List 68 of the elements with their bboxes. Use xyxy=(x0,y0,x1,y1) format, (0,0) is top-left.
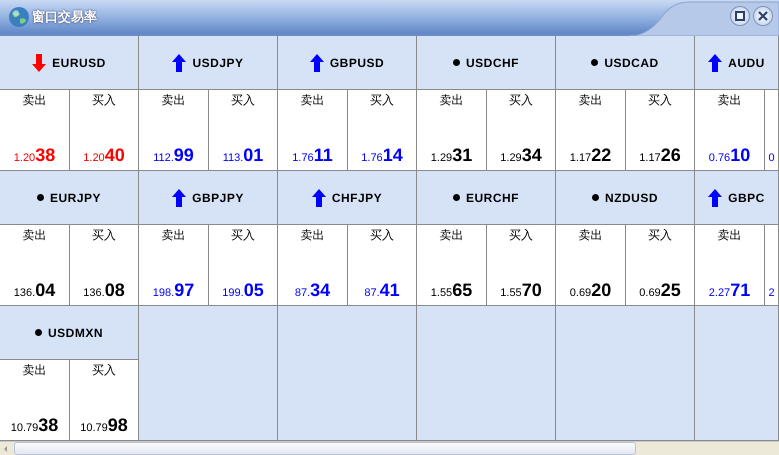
price-text[interactable]: 136.08 xyxy=(83,280,125,301)
up-arrow-icon xyxy=(708,54,722,72)
price-text[interactable]: 1.2934 xyxy=(500,145,542,166)
dot-icon xyxy=(453,59,460,66)
price-text[interactable]: 1.2038 xyxy=(14,145,56,166)
price-text[interactable]: 1.1722 xyxy=(570,145,612,166)
quote-label: 买入 xyxy=(648,227,672,244)
dot-icon xyxy=(36,194,44,201)
price-text[interactable]: 2.2771 xyxy=(708,280,750,301)
up-arrow-icon xyxy=(310,54,324,72)
dot-icon xyxy=(453,194,460,201)
quote-label: 卖出 xyxy=(440,227,464,244)
up-arrow-icon xyxy=(172,188,186,206)
quote-label: 买入 xyxy=(370,227,394,244)
price-text[interactable]: 87.41 xyxy=(364,280,400,301)
quote-label: 买入 xyxy=(509,92,533,109)
quote-label: 卖出 xyxy=(718,92,742,109)
dot-icon xyxy=(592,194,599,201)
quote-label: 卖出 xyxy=(718,227,742,244)
up-arrow-icon xyxy=(708,188,722,206)
price-text[interactable]: 87.34 xyxy=(294,280,330,301)
price-text[interactable]: 1.5570 xyxy=(500,280,542,301)
quote-label: 卖出 xyxy=(578,227,602,244)
quote-label: 买入 xyxy=(509,227,533,244)
quote-label: 卖出 xyxy=(440,92,464,109)
price-text[interactable]: 0.6920 xyxy=(570,280,612,301)
dot-icon xyxy=(34,329,42,336)
price-text[interactable]: 136.04 xyxy=(14,280,56,301)
quote-label: 买入 xyxy=(231,227,255,244)
price-text[interactable]: 113.01 xyxy=(222,145,264,166)
price-text[interactable]: 112.99 xyxy=(153,145,194,166)
price-text[interactable]: 1.1726 xyxy=(639,145,681,166)
quote-label: 买入 xyxy=(648,92,672,109)
window-title: 窗口交易率 xyxy=(32,8,97,26)
price-text[interactable]: 0 xyxy=(768,148,775,166)
quote-label: 卖出 xyxy=(22,92,46,109)
quote-label: 买入 xyxy=(92,92,116,109)
price-text[interactable]: 1.7614 xyxy=(361,145,403,166)
quote-label: 卖出 xyxy=(22,362,46,379)
restore-icon xyxy=(735,11,745,21)
quote-label: 卖出 xyxy=(162,92,186,109)
horizontal-scrollbar[interactable] xyxy=(0,441,779,455)
quote-label: 卖出 xyxy=(300,92,324,109)
quote-label: 买入 xyxy=(92,227,116,244)
price-text[interactable]: 199.05 xyxy=(222,280,264,301)
price-text[interactable]: 0.7610 xyxy=(708,145,750,166)
price-text[interactable]: 198.97 xyxy=(152,280,194,301)
price-text[interactable]: 1.7611 xyxy=(292,145,333,166)
quote-label: 卖出 xyxy=(578,92,602,109)
price-text[interactable]: 0.6925 xyxy=(639,280,681,301)
quote-label: 买入 xyxy=(92,362,116,379)
up-arrow-icon xyxy=(172,54,186,72)
quote-label: 买入 xyxy=(370,92,394,109)
price-text[interactable]: 10.7998 xyxy=(80,415,128,436)
price-text[interactable]: 1.5565 xyxy=(430,280,472,301)
close-icon xyxy=(758,11,768,21)
price-text[interactable]: 1.2931 xyxy=(430,145,472,166)
quote-label: 卖出 xyxy=(162,227,186,244)
quote-label: 卖出 xyxy=(300,227,324,244)
dot-icon xyxy=(591,59,598,66)
quote-label: 卖出 xyxy=(22,227,46,244)
price-text[interactable]: 2 xyxy=(768,283,775,301)
up-arrow-icon xyxy=(312,188,326,206)
quote-label: 买入 xyxy=(231,92,255,109)
price-text[interactable]: 10.7938 xyxy=(10,415,58,436)
price-text[interactable]: 1.2040 xyxy=(83,145,125,166)
down-arrow-icon xyxy=(32,54,46,72)
globe-icon xyxy=(8,6,30,28)
